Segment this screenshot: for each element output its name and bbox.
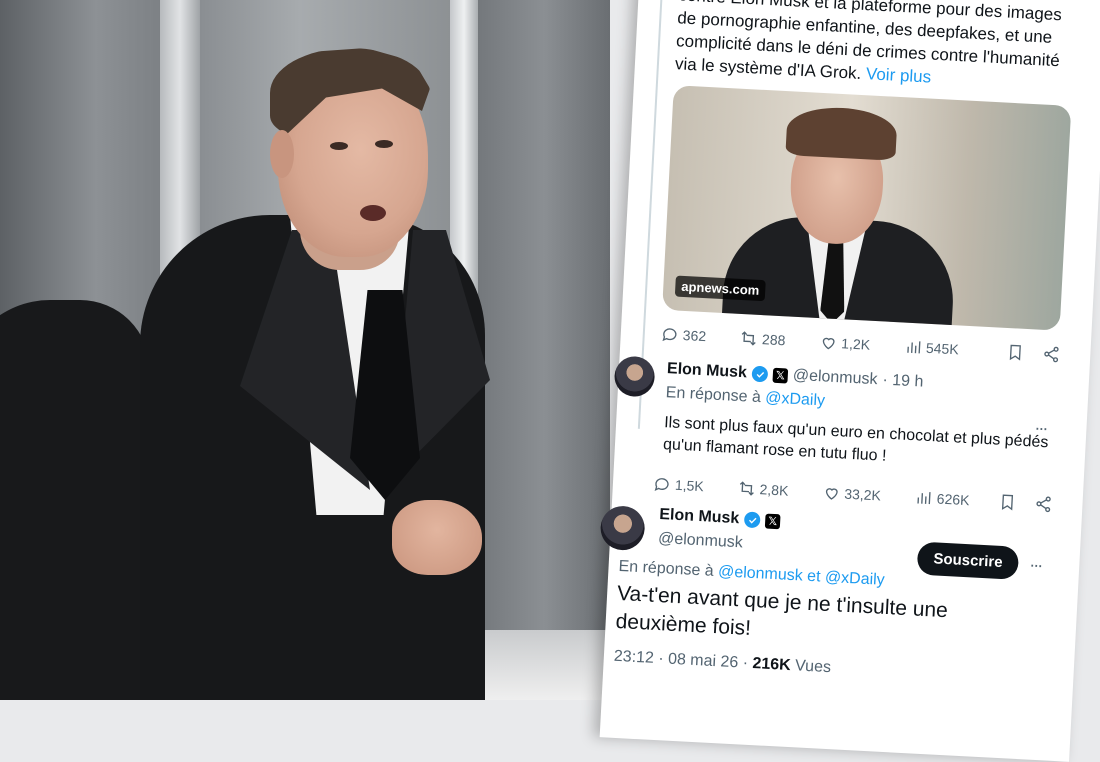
- share-icon[interactable]: [1034, 495, 1053, 514]
- more-options-icon[interactable]: ···: [1029, 554, 1042, 576]
- man-mouth: [360, 205, 386, 221]
- man-eye-right: [375, 140, 393, 148]
- x-logo-icon: 𝕏: [772, 367, 789, 384]
- author-name[interactable]: Elon Musk: [667, 360, 748, 382]
- repost-button[interactable]: 288: [740, 329, 786, 349]
- like-button[interactable]: 1,2K: [819, 333, 871, 354]
- views-count: 626K: [936, 490, 970, 509]
- mention-link[interactable]: @elonmusk: [718, 563, 803, 584]
- like-button[interactable]: 33,2K: [822, 483, 881, 504]
- man-eye-left: [330, 142, 348, 150]
- views-count: 216K: [752, 655, 792, 675]
- reply-text: Ils sont plus faux qu'un euro en chocola…: [662, 414, 1049, 465]
- verified-badge-icon: [743, 511, 761, 529]
- subscribe-button[interactable]: Souscrire: [916, 541, 1020, 580]
- author-handle[interactable]: @elonmusk: [792, 367, 877, 389]
- x-logo-icon: 𝕏: [764, 513, 781, 529]
- views-button[interactable]: 545K: [904, 338, 960, 359]
- show-more-link[interactable]: Voir plus: [866, 64, 932, 86]
- reply-prefix-label: En réponse à: [665, 384, 762, 407]
- post-metadata: 23:12 · 08 mai 26 · 216K Vues: [613, 648, 831, 677]
- elevator-wall-panel: [478, 0, 610, 700]
- repost-count: 2,8K: [759, 481, 789, 499]
- avatar[interactable]: [613, 355, 656, 398]
- like-count: 33,2K: [843, 485, 882, 504]
- man-ear: [270, 130, 294, 178]
- author-name[interactable]: Elon Musk: [659, 506, 740, 528]
- repost-icon: [739, 481, 754, 496]
- media-source-label[interactable]: apnews.com: [674, 275, 766, 302]
- views-button[interactable]: 626K: [914, 488, 970, 509]
- post-timestamp[interactable]: 23:12 · 08 mai 26 ·: [613, 648, 748, 672]
- reply-context: En réponse à @xDaily: [665, 384, 825, 410]
- heart-icon: [822, 337, 835, 350]
- share-icon[interactable]: [1042, 345, 1061, 364]
- views-icon: [917, 492, 931, 505]
- man-hand: [392, 500, 482, 575]
- views-label: Vues: [794, 657, 832, 677]
- verified-badge-icon: [751, 365, 769, 383]
- reply-icon: [654, 478, 669, 491]
- bookmark-icon[interactable]: [1006, 343, 1025, 362]
- tweet-screenshot-card: ...contre X, cherchant à engager des pou…: [599, 0, 1100, 762]
- reply-button[interactable]: 362: [660, 325, 707, 345]
- mention-link[interactable]: @xDaily: [824, 569, 885, 589]
- repost-count: 288: [761, 331, 786, 349]
- foreground-person-shoulder: [0, 300, 150, 700]
- heart-icon: [825, 488, 838, 500]
- elevator-photo: [0, 0, 610, 700]
- views-icon: [906, 341, 921, 354]
- mention-link[interactable]: @xDaily: [765, 389, 826, 409]
- bookmark-icon[interactable]: [998, 493, 1017, 512]
- like-count: 1,2K: [840, 335, 871, 353]
- tweet-actions-bar: 362 288 1,2K 545K: [660, 322, 1061, 367]
- reply-icon: [662, 328, 677, 342]
- original-tweet-text: ...contre X, cherchant à engager des pou…: [674, 0, 1084, 96]
- tweet-media-image[interactable]: apnews.com: [662, 85, 1072, 331]
- media-person-hair: [785, 105, 898, 161]
- reply-joiner-label: et: [806, 567, 821, 586]
- focused-reply-text: Va-t'en avant que je ne t'insulte une de…: [615, 581, 949, 640]
- reply-count: 362: [682, 326, 707, 345]
- views-count: 545K: [925, 339, 960, 358]
- reply-prefix-label: En réponse à: [618, 557, 715, 580]
- reply-button[interactable]: 1,5K: [653, 475, 705, 496]
- author-handle[interactable]: @elonmusk: [658, 530, 743, 552]
- post-time[interactable]: · 19 h: [882, 371, 924, 391]
- repost-icon: [742, 331, 757, 346]
- reply-author-line: Elon Musk 𝕏: [659, 506, 781, 530]
- reply-count: 1,5K: [674, 476, 705, 495]
- repost-button[interactable]: 2,8K: [737, 479, 789, 500]
